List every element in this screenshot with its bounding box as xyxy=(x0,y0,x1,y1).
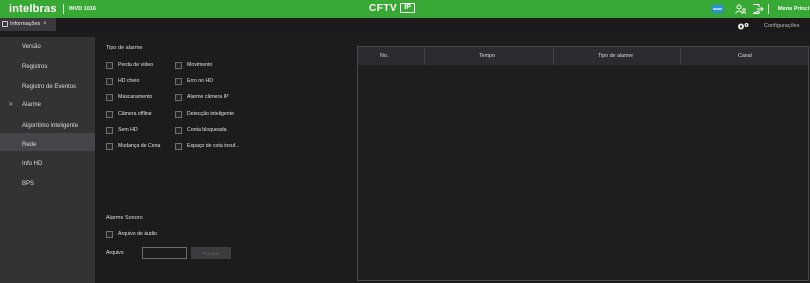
column-divider xyxy=(424,47,425,65)
file-label: Arquivo xyxy=(106,250,124,256)
alarm-type-title: Tipo de alarme xyxy=(106,45,143,51)
checkbox-label: Mascaramento xyxy=(118,94,153,100)
settings-link[interactable]: Configurações xyxy=(764,23,799,29)
checkbox-label: Conta bloqueada xyxy=(187,127,227,133)
tab-informacoes[interactable]: Informações × xyxy=(0,18,56,31)
checkbox-label: Alarme câmera IP xyxy=(187,94,229,100)
sidebar-item-rede[interactable]: Rede xyxy=(22,142,36,148)
sidebar-item-algoritimo-inteligente[interactable]: Algorítimo inteligente xyxy=(22,123,78,129)
column-header-canal: Canal xyxy=(738,53,752,59)
checkbox-mascaramento[interactable] xyxy=(106,94,113,101)
sidebar-active-highlight xyxy=(0,133,95,151)
table-header: No. Tempo Tipo de alarme Canal xyxy=(358,47,808,65)
column-divider xyxy=(553,47,554,65)
sidebar-item-registro-de-eventos[interactable]: Registro de Eventos xyxy=(22,84,76,90)
logout-icon[interactable] xyxy=(752,4,764,16)
checkbox-label: Movimento xyxy=(187,62,213,68)
tab-label: Informações xyxy=(10,21,41,27)
checkbox-label: Arquivo de áudio xyxy=(118,231,157,237)
toolbar-separator xyxy=(768,4,769,14)
sidebar-item-alarme[interactable]: Alarme xyxy=(22,102,41,108)
gears-icon[interactable] xyxy=(737,22,750,33)
checkbox-label: Perda de vídeo xyxy=(118,62,154,68)
sidebar-item-bps[interactable]: BPS xyxy=(22,181,34,187)
checkbox-hd-cheio[interactable] xyxy=(106,78,113,85)
audio-file-input[interactable] xyxy=(142,247,187,259)
chevron-right-icon: > xyxy=(9,102,13,108)
checkbox-espaco-de-cota[interactable] xyxy=(175,143,182,150)
top-bar: intelbras INVD 1016 CFTV IP Menu Princi xyxy=(0,0,810,18)
checkbox-conta-bloqueada[interactable] xyxy=(175,127,182,134)
checkbox-label: Detecção inteligente xyxy=(187,111,235,117)
checkbox-camera-offline[interactable] xyxy=(106,111,113,118)
brand-logo: intelbras xyxy=(9,3,57,15)
column-header-no: No. xyxy=(380,53,389,59)
product-badge: IP xyxy=(400,3,415,13)
device-model: INVD 1016 xyxy=(69,5,96,12)
sidebar-item-info-hd[interactable]: Info HD xyxy=(22,161,42,167)
column-header-tempo: Tempo xyxy=(479,53,495,59)
checkbox-alarme-camera-ip[interactable] xyxy=(175,94,182,101)
checkbox-movimento[interactable] xyxy=(175,62,182,69)
brand-separator xyxy=(63,4,64,14)
alarm-sound-title: Alarme Sonoro xyxy=(106,215,143,221)
main-menu-button[interactable]: Menu Princi xyxy=(778,6,809,12)
browse-button[interactable]: Procurar xyxy=(191,247,231,259)
checkbox-label: Mudança de Cena xyxy=(118,143,161,149)
checkbox-label: Erro no HD xyxy=(187,78,213,84)
checkbox-label: Sem HD xyxy=(118,127,138,133)
alarm-table: No. Tempo Tipo de alarme Canal xyxy=(357,46,809,281)
tab-bar: Informações × xyxy=(0,18,810,31)
product-title: CFTV xyxy=(369,3,398,14)
checkbox-perda-de-video[interactable] xyxy=(106,62,113,69)
close-icon[interactable]: × xyxy=(43,21,47,27)
checkbox-label: HD cheio xyxy=(118,78,140,84)
column-divider xyxy=(680,47,681,65)
info-tab-icon xyxy=(2,21,8,27)
users-icon[interactable] xyxy=(735,4,747,16)
checkbox-label: Espaço de cota insuf... xyxy=(187,143,240,149)
checkbox-label: Câmera offline xyxy=(118,111,152,117)
sidebar-item-registros[interactable]: Registros xyxy=(22,64,47,70)
sidebar: Versão Registros Registro de Eventos > A… xyxy=(0,37,95,283)
checkbox-erro-no-hd[interactable] xyxy=(175,78,182,85)
checkbox-deteccao-inteligente[interactable] xyxy=(175,111,182,118)
checkbox-arquivo-de-audio[interactable] xyxy=(106,231,113,238)
checkbox-sem-hd[interactable] xyxy=(106,127,113,134)
column-header-tipo-de-alarme: Tipo de alarme xyxy=(598,53,634,59)
network-status-icon[interactable] xyxy=(711,4,724,16)
sidebar-item-versao[interactable]: Versão xyxy=(22,44,41,50)
checkbox-mudanca-de-cena[interactable] xyxy=(106,143,113,150)
